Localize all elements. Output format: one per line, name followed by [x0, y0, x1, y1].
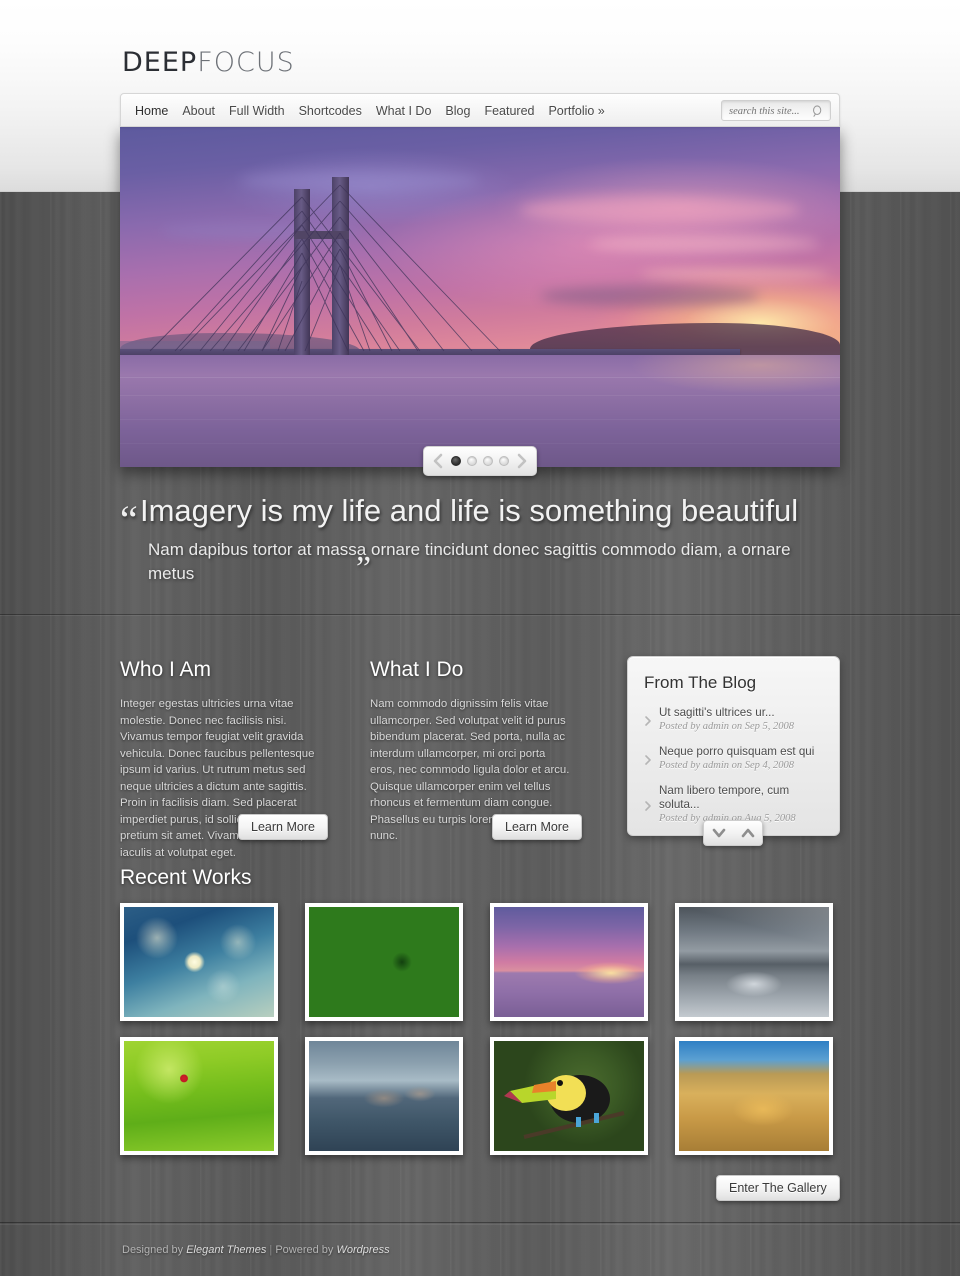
site-logo[interactable]: DEEPFOCUS [122, 47, 295, 78]
slider-dot-1[interactable] [451, 456, 461, 466]
slider-dot-4[interactable] [499, 456, 509, 466]
footer-separator: | [269, 1244, 273, 1256]
footer-powered-by: Powered by [275, 1244, 334, 1256]
nav-item-home[interactable]: Home [135, 104, 168, 118]
thumbnail-toucan[interactable] [490, 1037, 648, 1155]
nav-item-shortcodes[interactable]: Shortcodes [299, 104, 362, 118]
thumb-image [679, 907, 829, 1017]
chevron-right-icon [645, 716, 651, 726]
hero-quote: “ Imagery is my life and life is somethi… [120, 492, 840, 592]
thumbnail-wheat[interactable] [675, 1037, 833, 1155]
nav-item-blog[interactable]: Blog [445, 104, 470, 118]
blog-widget-scroll-controls[interactable] [703, 820, 763, 846]
thumb-image [679, 1041, 829, 1151]
search-icon[interactable] [812, 105, 824, 118]
footer-designer-name[interactable]: Elegant Themes [186, 1244, 266, 1256]
blog-post-title[interactable]: Ut sagitti's ultrices ur... [659, 706, 794, 720]
blog-post-title[interactable]: Nam libero tempore, cum soluta... [659, 784, 823, 812]
quote-close-mark: ” [356, 550, 372, 587]
slider-dots [451, 456, 509, 466]
blog-list-item[interactable]: Ut sagitti's ultrices ur... Posted by ad… [644, 706, 823, 734]
nav-item-featured[interactable]: Featured [484, 104, 534, 118]
quote-subtext: Nam dapibus tortor at massa ornare tinci… [148, 540, 791, 583]
blog-post-meta: Posted by admin on Sep 4, 2008 [659, 760, 795, 771]
thumb-image [494, 907, 644, 1017]
footer-designed-by: Designed by [122, 1244, 184, 1256]
thumb-image [124, 907, 274, 1017]
featured-slider[interactable] [120, 127, 840, 467]
thumbnail-green-plant[interactable] [305, 903, 463, 1021]
nav-item-what-i-do[interactable]: What I Do [376, 104, 432, 118]
blog-widget-title: From The Blog [644, 673, 757, 692]
blog-post-meta: Posted by admin on Sep 5, 2008 [659, 721, 795, 732]
learn-more-what-button[interactable]: Learn More [492, 814, 582, 840]
quote-headline: Imagery is my life and life is something… [140, 493, 799, 528]
logo-focus: FOCUS [197, 47, 295, 78]
logo-deep: DEEP [122, 47, 198, 78]
enter-gallery-button[interactable]: Enter The Gallery [716, 1175, 840, 1201]
search-box[interactable] [721, 100, 831, 121]
chevron-right-icon [645, 801, 651, 811]
thumbnail-pier-gazebo[interactable] [675, 903, 833, 1021]
nav-item-full-width[interactable]: Full Width [229, 104, 285, 118]
thumb-image [309, 907, 459, 1017]
chevron-left-icon[interactable] [431, 452, 445, 470]
footer-divider-highlight [0, 1224, 960, 1225]
nav-items: Home About Full Width Shortcodes What I … [135, 94, 605, 128]
section-divider [0, 614, 960, 615]
recent-works-title: Recent Works [120, 866, 252, 889]
bridge-cables [149, 184, 501, 352]
thumbnail-snow-monkeys[interactable] [305, 1037, 463, 1155]
what-i-do-title: What I Do [370, 658, 464, 681]
search-input[interactable] [729, 103, 809, 120]
thumbnail-bridge-sunset[interactable] [490, 903, 648, 1021]
main-navigation: Home About Full Width Shortcodes What I … [120, 93, 840, 127]
chevron-right-icon [645, 755, 651, 765]
chevron-up-icon[interactable] [740, 827, 756, 839]
learn-more-who-button[interactable]: Learn More [238, 814, 328, 840]
slider-controls[interactable] [423, 446, 537, 476]
thumbnail-ladybug[interactable] [120, 1037, 278, 1155]
thumb-image [309, 1041, 459, 1151]
who-i-am-title: Who I Am [120, 658, 212, 681]
slider-dot-2[interactable] [467, 456, 477, 466]
footer-divider [0, 1222, 960, 1223]
chevron-right-icon[interactable] [515, 452, 529, 470]
slider-dot-3[interactable] [483, 456, 493, 466]
thumbnail-dandelion[interactable] [120, 903, 278, 1021]
slide-image [120, 127, 840, 467]
thumb-image [494, 1041, 644, 1151]
from-the-blog-widget: From The Blog Ut sagitti's ultrices ur..… [627, 656, 840, 836]
nav-item-about[interactable]: About [182, 104, 215, 118]
chevron-down-icon[interactable] [711, 827, 727, 839]
blog-list-item[interactable]: Neque porro quisquam est qui Posted by a… [644, 745, 823, 773]
blog-post-title[interactable]: Neque porro quisquam est qui [659, 745, 814, 759]
footer-platform-name[interactable]: Wordpress [336, 1244, 389, 1256]
thumb-image [124, 1041, 274, 1151]
nav-item-portfolio[interactable]: Portfolio » [548, 104, 604, 118]
quote-open-mark: “ [120, 497, 138, 542]
footer-credits: Designed by Elegant Themes | Powered by … [122, 1244, 390, 1256]
